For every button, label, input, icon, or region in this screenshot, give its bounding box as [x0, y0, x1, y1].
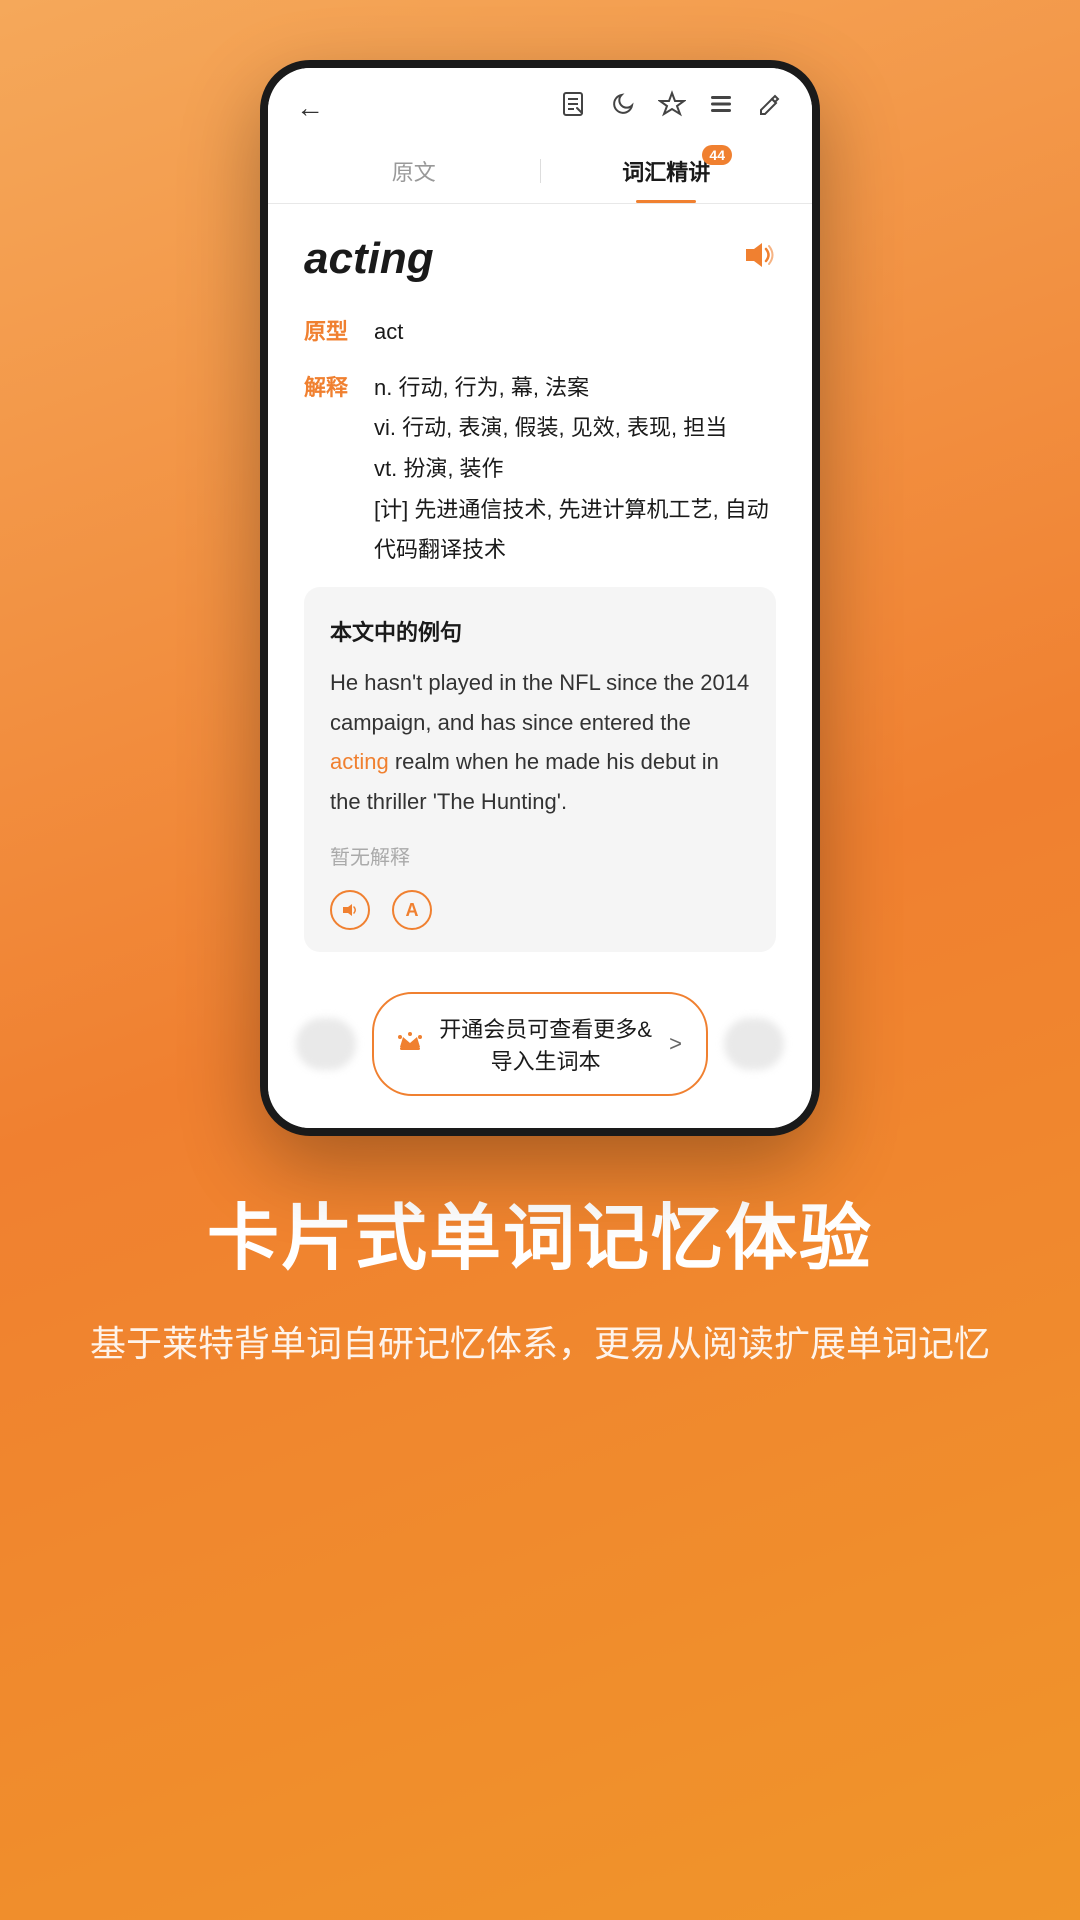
- back-button[interactable]: ←: [296, 92, 324, 124]
- no-translation: 暂无解释: [330, 841, 750, 870]
- vocab-badge: 44: [702, 145, 732, 165]
- moon-icon[interactable]: [610, 91, 636, 124]
- word-header: acting: [304, 234, 776, 284]
- marketing-title: 卡片式单词记忆体验: [80, 1196, 1000, 1282]
- root-label: 原型: [304, 313, 364, 350]
- meaning-label: 解释: [304, 369, 364, 406]
- marketing-section: 卡片式单词记忆体验 基于莱特背单词自研记忆体系，更易从阅读扩展单词记忆: [0, 1136, 1080, 1454]
- word-speaker-icon[interactable]: [740, 237, 776, 282]
- example-text: He hasn't played in the NFL since the 20…: [330, 663, 750, 821]
- root-row: 原型 act: [304, 312, 776, 352]
- top-icons: [560, 90, 784, 125]
- meaning-4: [计] 先进通信技术, 先进计算机工艺, 自动代码翻译技术: [374, 490, 776, 571]
- example-text-after: realm when he made his debut in the thri…: [330, 749, 719, 814]
- menu-icon[interactable]: [708, 91, 734, 124]
- root-value: act: [374, 312, 403, 352]
- example-box: 本文中的例句 He hasn't played in the NFL since…: [304, 587, 776, 952]
- example-speaker-icon[interactable]: [330, 890, 370, 930]
- example-highlight: acting: [330, 749, 389, 774]
- top-bar: ←: [268, 68, 812, 139]
- meaning-2: vi. 行动, 表演, 假装, 见效, 表现, 担当: [374, 408, 776, 449]
- example-translate-icon[interactable]: A: [392, 890, 432, 930]
- example-text-before: He hasn't played in the NFL since the 20…: [330, 670, 749, 735]
- member-button[interactable]: 开通会员可查看更多&导入生词本 >: [372, 992, 708, 1096]
- member-btn-arrow-icon: >: [669, 1031, 682, 1057]
- bottom-area: 开通会员可查看更多&导入生词本 >: [268, 972, 812, 1128]
- content-area: acting 原型 act 解释 n. 行动, 行为, 幕, 法案 vi. 行动…: [268, 204, 812, 972]
- star-icon[interactable]: [658, 90, 686, 125]
- example-title: 本文中的例句: [330, 615, 750, 647]
- edit-icon[interactable]: [756, 90, 784, 125]
- dict-entry: 原型 act 解释 n. 行动, 行为, 幕, 法案 vi. 行动, 表演, 假…: [304, 312, 776, 571]
- tab-bar: 原文 词汇精讲 44: [268, 139, 812, 204]
- crown-icon: [398, 1031, 422, 1057]
- marketing-subtitle: 基于莱特背单词自研记忆体系，更易从阅读扩展单词记忆: [80, 1313, 1000, 1374]
- note-icon[interactable]: [560, 90, 588, 125]
- blur-left: [296, 1018, 356, 1070]
- tab-original[interactable]: 原文: [288, 139, 540, 203]
- meaning-1: n. 行动, 行为, 幕, 法案: [374, 368, 776, 409]
- meaning-row: 解释 n. 行动, 行为, 幕, 法案 vi. 行动, 表演, 假装, 见效, …: [304, 368, 776, 571]
- blur-right: [724, 1018, 784, 1070]
- word-title: acting: [304, 234, 434, 284]
- meaning-3: vt. 扮演, 装作: [374, 449, 776, 490]
- dict-meanings: n. 行动, 行为, 幕, 法案 vi. 行动, 表演, 假装, 见效, 表现,…: [374, 368, 776, 571]
- phone-mockup: ←: [260, 60, 820, 1136]
- tab-vocab[interactable]: 词汇精讲 44: [541, 139, 793, 203]
- member-btn-label: 开通会员可查看更多&导入生词本: [434, 1012, 657, 1076]
- example-icons: A: [330, 890, 750, 930]
